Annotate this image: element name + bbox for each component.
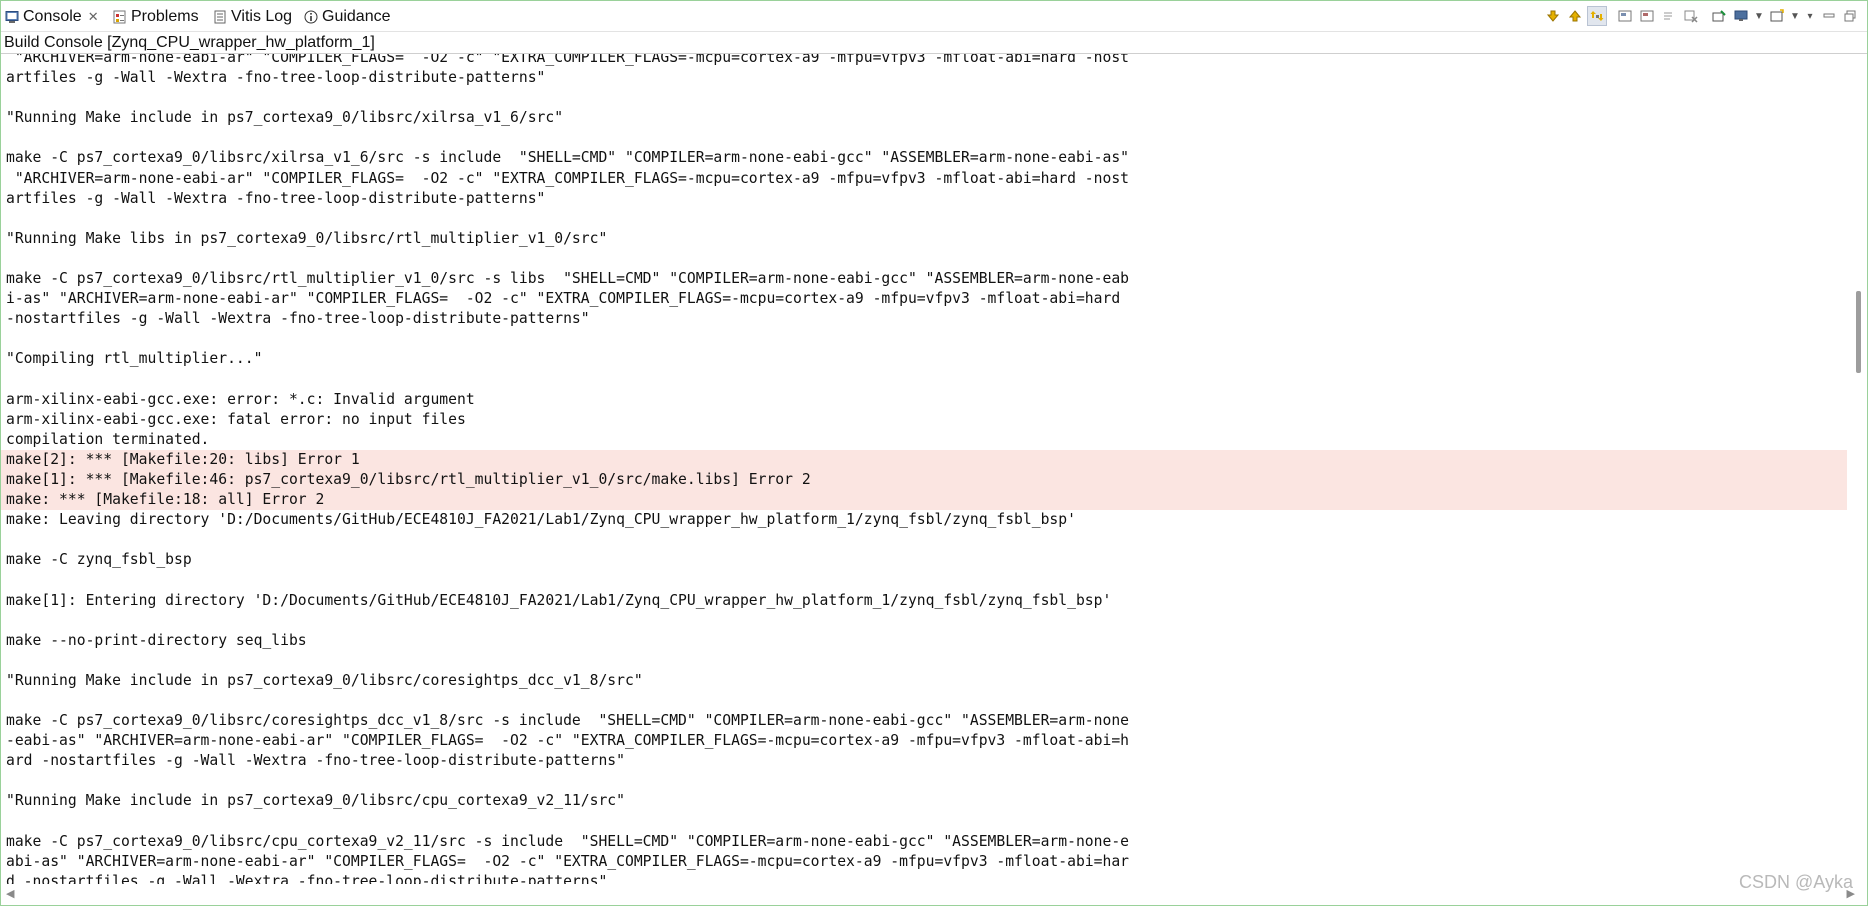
scrollbar-thumb[interactable] <box>1856 291 1861 373</box>
log-line: -nostartfiles -g -Wall -Wextra -fno-tree… <box>6 310 590 328</box>
error-line: make[1]: *** [Makefile:46: ps7_cortexa9_… <box>1 469 1847 491</box>
scroll-down-icon[interactable] <box>1543 6 1563 26</box>
view-menu-icon[interactable]: ▾ <box>1803 6 1817 26</box>
scroll-lock-icon[interactable] <box>1587 6 1607 26</box>
log-line: make -C ps7_cortexa9_0/libsrc/xilrsa_v1_… <box>6 149 1130 167</box>
console-view: Console ✕ Problems Vitis Log Guidance ▼ … <box>0 0 1868 906</box>
log-line: artfiles -g -Wall -Wextra -fno-tree-loop… <box>6 69 546 87</box>
chevron-down-icon[interactable]: ▼ <box>1753 6 1765 26</box>
scroll-left-icon[interactable]: ◀ <box>6 887 14 900</box>
log-line: "ARCHIVER=arm-none-eabi-ar" "COMPILER_FL… <box>6 54 1130 66</box>
log-line: abi-as" "ARCHIVER=arm-none-eabi-ar" "COM… <box>6 852 1130 870</box>
log-line: "ARCHIVER=arm-none-eabi-ar" "COMPILER_FL… <box>6 169 1130 187</box>
tab-console[interactable]: Console ✕ <box>5 4 99 30</box>
tab-vitis-log[interactable]: Vitis Log <box>213 4 292 30</box>
horizontal-scrollbar[interactable]: ◀ ▶ <box>1 884 1867 904</box>
log-line: "Running Make libs in ps7_cortexa9_0/lib… <box>6 229 608 247</box>
clear-console-icon[interactable] <box>1659 6 1679 26</box>
console-output[interactable]: "ARCHIVER=arm-none-eabi-ar" "COMPILER_FL… <box>1 54 1847 884</box>
vertical-scrollbar[interactable] <box>1847 54 1867 884</box>
display-console-icon[interactable] <box>1731 6 1751 26</box>
show-stdout-icon[interactable] <box>1615 6 1635 26</box>
view-tab-bar: Console ✕ Problems Vitis Log Guidance ▼ … <box>1 1 1867 32</box>
tab-label: Problems <box>131 8 199 25</box>
log-line: "Running Make include in ps7_cortexa9_0/… <box>6 792 625 810</box>
error-line: make[2]: *** [Makefile:20: libs] Error 1 <box>1 449 1847 470</box>
error-line: make: *** [Makefile:18: all] Error 2 <box>1 490 1847 511</box>
close-tab-icon[interactable]: ✕ <box>88 9 99 25</box>
log-line: make -C ps7_cortexa9_0/libsrc/coresightp… <box>6 712 1130 730</box>
log-line: "Running Make include in ps7_cortexa9_0/… <box>6 109 564 127</box>
tab-guidance[interactable]: Guidance <box>304 4 391 30</box>
remove-launch-icon[interactable] <box>1681 6 1701 26</box>
tab-problems[interactable]: Problems <box>113 4 199 30</box>
log-icon <box>213 10 227 24</box>
log-line: d -nostartfiles -g -Wall -Wextra -fno-tr… <box>6 872 608 884</box>
show-stderr-icon[interactable] <box>1637 6 1657 26</box>
log-line: make[1]: Entering directory 'D:/Document… <box>6 591 1112 609</box>
chevron-down-icon[interactable]: ▼ <box>1789 6 1801 26</box>
log-line: "Running Make include in ps7_cortexa9_0/… <box>6 671 643 689</box>
log-line: compilation terminated. <box>6 430 210 448</box>
scroll-up-icon[interactable] <box>1565 6 1585 26</box>
log-line: ard -nostartfiles -g -Wall -Wextra -fno-… <box>6 752 625 770</box>
tab-label: Console <box>23 8 82 25</box>
log-line: make: Leaving directory 'D:/Documents/Gi… <box>6 511 1076 529</box>
info-icon <box>304 10 318 24</box>
console-icon <box>5 10 19 24</box>
log-line: make -C ps7_cortexa9_0/libsrc/rtl_multip… <box>6 270 1130 288</box>
tab-label: Guidance <box>322 8 391 25</box>
log-line: "Compiling rtl_multiplier..." <box>6 350 263 368</box>
console-toolbar: ▼ ▼ ▾ <box>1543 5 1861 27</box>
console-title: Build Console [Zynq_CPU_wrapper_hw_platf… <box>1 32 1867 54</box>
tab-label: Vitis Log <box>231 8 293 25</box>
log-line: make -C zynq_fsbl_bsp <box>6 551 192 569</box>
pin-console-icon[interactable] <box>1709 6 1729 26</box>
log-line: arm-xilinx-eabi-gcc.exe: error: *.c: Inv… <box>6 390 475 408</box>
log-line: -eabi-as" "ARCHIVER=arm-none-eabi-ar" "C… <box>6 732 1130 750</box>
log-line: arm-xilinx-eabi-gcc.exe: fatal error: no… <box>6 410 466 428</box>
open-console-icon[interactable] <box>1767 6 1787 26</box>
log-line: make -C ps7_cortexa9_0/libsrc/cpu_cortex… <box>6 832 1130 850</box>
log-line: i-as" "ARCHIVER=arm-none-eabi-ar" "COMPI… <box>6 290 1121 308</box>
log-lines: "ARCHIVER=arm-none-eabi-ar" "COMPILER_FL… <box>1 54 1847 884</box>
watermark: CSDN @Ayka <box>1739 872 1853 892</box>
minimize-icon[interactable] <box>1819 6 1839 26</box>
log-line: make --no-print-directory seq_libs <box>6 631 307 649</box>
maximize-icon[interactable] <box>1841 6 1861 26</box>
problems-icon <box>113 10 127 24</box>
log-line: artfiles -g -Wall -Wextra -fno-tree-loop… <box>6 189 546 207</box>
